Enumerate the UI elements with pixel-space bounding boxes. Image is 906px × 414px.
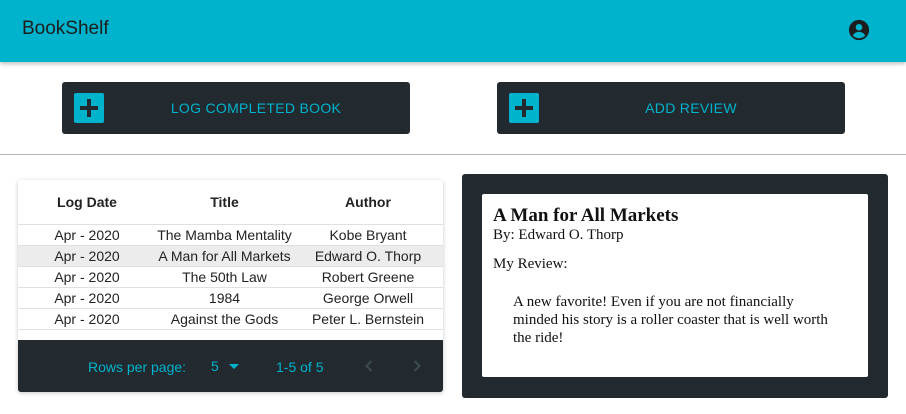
rows-per-page-select[interactable]: 5 (211, 358, 219, 374)
rows-per-page-label: Rows per page: (88, 359, 187, 375)
cell-author: Edward O. Thorp (293, 245, 443, 267)
add-review-label: ADD REVIEW (645, 100, 737, 116)
column-header-author[interactable]: Author (293, 180, 443, 225)
cell-author: Peter L. Bernstein (293, 308, 443, 330)
caret-down-icon[interactable] (229, 364, 239, 369)
column-header-log-date[interactable]: Log Date (18, 180, 156, 225)
cell-title: The Mamba Mentality (156, 224, 293, 246)
table-row[interactable]: Apr - 2020 Against the Gods Peter L. Ber… (18, 308, 443, 330)
pagination-range: 1-5 of 5 (276, 359, 324, 375)
column-header-title[interactable]: Title (156, 180, 293, 225)
table-header-row: Log Date Title Author (18, 180, 443, 225)
cell-title: A Man for All Markets (156, 245, 293, 267)
cell-log-date: Apr - 2020 (18, 266, 156, 288)
account-circle-icon[interactable] (848, 19, 870, 41)
books-table: Log Date Title Author Apr - 2020 The Mam… (18, 180, 443, 330)
add-review-button[interactable]: ADD REVIEW (497, 82, 845, 134)
log-completed-book-button[interactable]: LOG COMPLETED BOOK (62, 82, 410, 134)
cell-log-date: Apr - 2020 (18, 308, 156, 330)
table-row[interactable]: Apr - 2020 1984 George Orwell (18, 287, 443, 309)
table-row[interactable]: Apr - 2020 The 50th Law Robert Greene (18, 266, 443, 288)
cell-title: 1984 (156, 287, 293, 309)
review-panel: A Man for All Markets By: Edward O. Thor… (462, 174, 888, 398)
cell-log-date: Apr - 2020 (18, 224, 156, 246)
app-title: BookShelf (22, 18, 109, 39)
app-bar: BookShelf (0, 0, 906, 62)
cell-author: Robert Greene (293, 266, 443, 288)
section-divider (0, 154, 906, 155)
log-completed-book-label: LOG COMPLETED BOOK (170, 100, 342, 116)
plus-box-icon (509, 93, 539, 123)
table-pagination: Rows per page: 5 1-5 of 5 (18, 340, 443, 392)
review-card: A Man for All Markets By: Edward O. Thor… (482, 194, 868, 377)
cell-author: Kobe Bryant (293, 224, 443, 246)
review-text: A new favorite! Even if you are not fina… (513, 294, 828, 346)
chevron-right-icon[interactable] (407, 356, 427, 376)
cell-log-date: Apr - 2020 (18, 287, 156, 309)
cell-title: Against the Gods (156, 308, 293, 330)
plus-box-icon (74, 93, 104, 123)
review-book-title: A Man for All Markets (493, 205, 679, 226)
cell-title: The 50th Law (156, 266, 293, 288)
chevron-left-icon[interactable] (359, 356, 379, 376)
books-table-card: Log Date Title Author Apr - 2020 The Mam… (18, 180, 443, 392)
review-book-author: By: Edward O. Thorp (493, 227, 624, 243)
cell-log-date: Apr - 2020 (18, 245, 156, 267)
cell-author: George Orwell (293, 287, 443, 309)
table-row[interactable]: Apr - 2020 A Man for All Markets Edward … (18, 245, 443, 267)
table-row[interactable]: Apr - 2020 The Mamba Mentality Kobe Brya… (18, 224, 443, 246)
review-heading: My Review: (493, 256, 568, 272)
